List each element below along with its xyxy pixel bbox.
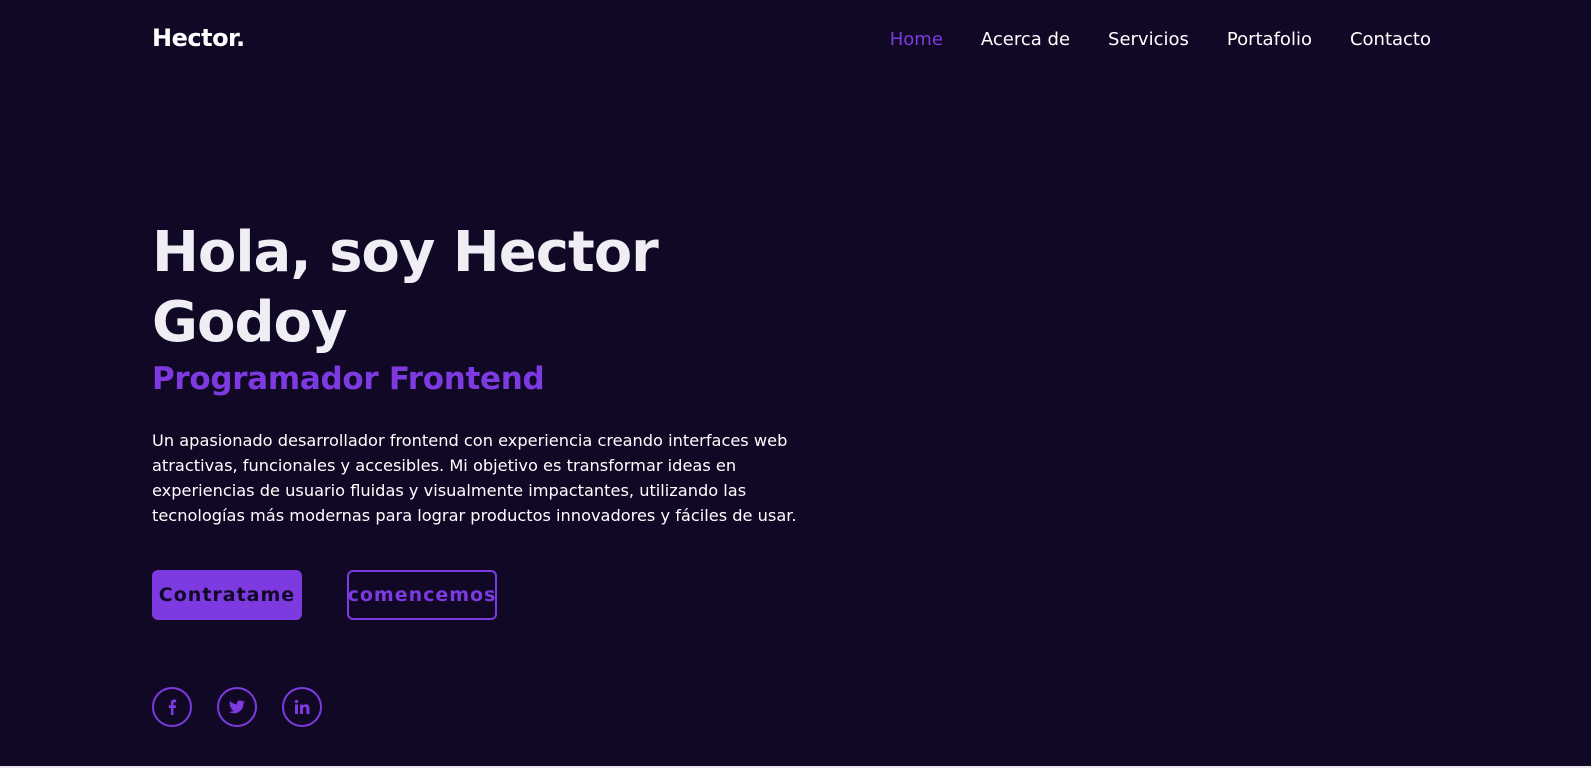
- hero-description: Un apasionado desarrollador frontend con…: [152, 431, 797, 525]
- hero-subtitle: Programador Frontend: [152, 361, 545, 397]
- nav-link-portafolio[interactable]: Portafolio: [1227, 29, 1312, 50]
- hero-buttons: Contratame comencemos: [152, 570, 852, 620]
- nav-link-servicios[interactable]: Servicios: [1108, 29, 1189, 50]
- site-header: Hector. Home Acerca de Servicios Portafo…: [0, 0, 1591, 80]
- logo[interactable]: Hector.: [152, 24, 245, 52]
- contratame-button[interactable]: Contratame: [152, 570, 302, 620]
- facebook-icon: [168, 699, 177, 715]
- page: Hector. Home Acerca de Servicios Portafo…: [0, 0, 1591, 766]
- linkedin-icon: [294, 699, 310, 714]
- main-nav: Home Acerca de Servicios Portafolio Cont…: [890, 29, 1431, 50]
- hero-section: Hola, soy Hector Godoy Programador Front…: [152, 218, 852, 620]
- nav-link-contacto[interactable]: Contacto: [1350, 29, 1431, 50]
- twitter-link[interactable]: [217, 687, 257, 727]
- nav-link-acerca-de[interactable]: Acerca de: [981, 29, 1070, 50]
- social-links: [152, 687, 322, 727]
- linkedin-link[interactable]: [282, 687, 322, 727]
- twitter-icon: [229, 700, 245, 714]
- facebook-link[interactable]: [152, 687, 192, 727]
- hero-title: Hola, soy Hector Godoy: [152, 220, 659, 355]
- nav-link-home[interactable]: Home: [890, 29, 943, 50]
- comencemos-button[interactable]: comencemos: [347, 570, 497, 620]
